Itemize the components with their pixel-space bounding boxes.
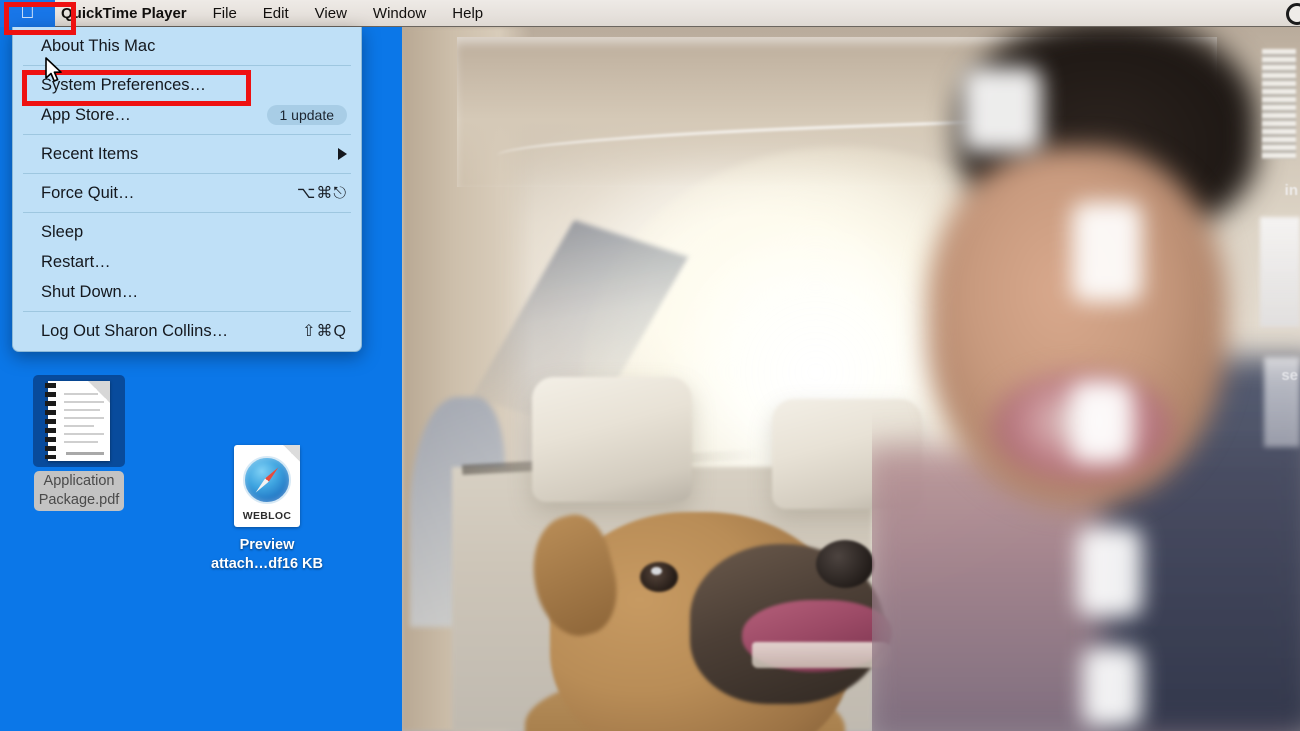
menu-item-label: Recent Items (41, 144, 139, 163)
glare-blob (1082, 647, 1142, 727)
glare-blob (1077, 527, 1142, 617)
background-panel (1264, 357, 1300, 447)
menu-item-label: Sleep (41, 222, 84, 241)
macos-menu-bar:  QuickTime Player File Edit View Window… (0, 0, 1300, 27)
menu-item-sleep[interactable]: Sleep (13, 217, 361, 247)
menu-separator (23, 65, 351, 66)
menu-item-restart[interactable]: Restart… (13, 247, 361, 277)
menu-bar-status-area (1286, 0, 1300, 27)
background-window-strip: in se (1248, 27, 1300, 731)
menu-separator (23, 173, 351, 174)
menu-item-shortcut: ⇧⌘Q (302, 323, 347, 340)
pdf-document-icon (33, 375, 125, 467)
chevron-right-icon (338, 148, 347, 160)
dog-teeth (752, 642, 892, 668)
status-circle-icon[interactable] (1286, 2, 1300, 25)
background-text-fragment: in (1284, 182, 1298, 199)
mouse-pointer (45, 57, 62, 82)
desktop-icon-application-package-pdf[interactable]: Application Package.pdf (14, 375, 144, 511)
webloc-safari-icon: WEBLOC (221, 440, 313, 532)
glare-blob (1072, 382, 1132, 462)
menu-item-about-this-mac[interactable]: About This Mac (13, 31, 361, 61)
apple-menu-button[interactable]:  (0, 0, 55, 27)
menu-item-view[interactable]: View (302, 0, 360, 27)
menu-item-log-out[interactable]: Log Out Sharon Collins… ⇧⌘Q (13, 316, 361, 346)
menu-separator (23, 212, 351, 213)
desktop-icon-label: Application Package.pdf (33, 471, 125, 511)
menu-app-name[interactable]: QuickTime Player (59, 0, 200, 27)
background-document-thumbnail (1262, 49, 1296, 159)
desktop-icon-label: Preview attach…df16 KB (202, 536, 332, 574)
menu-item-shortcut: ⌥⌘⎋ (296, 185, 347, 202)
menu-item-help[interactable]: Help (439, 0, 496, 27)
menu-item-system-preferences[interactable]: System Preferences… (13, 70, 361, 100)
menu-item-label: App Store… (41, 105, 131, 124)
menu-item-label: Shut Down… (41, 282, 139, 301)
blurred-person (872, 27, 1300, 731)
desktop-icon-preview-attachment-webloc[interactable]: WEBLOC Preview attach…df16 KB (202, 440, 332, 574)
menu-item-recent-items[interactable]: Recent Items (13, 139, 361, 169)
icon-label-line2: attach…df16 KB (211, 556, 323, 572)
menu-item-label: Restart… (41, 252, 111, 271)
dog-subject (520, 482, 900, 731)
quicktime-video-window[interactable]: in se (402, 27, 1300, 731)
menu-item-label: Force Quit… (41, 183, 135, 202)
dog-nose (816, 540, 874, 588)
menu-item-file[interactable]: File (200, 0, 250, 27)
glare-blob (962, 67, 1042, 152)
menu-separator (23, 311, 351, 312)
menu-item-edit[interactable]: Edit (250, 0, 302, 27)
apple-logo-icon:  (20, 3, 34, 22)
menu-item-force-quit[interactable]: Force Quit… ⌥⌘⎋ (13, 178, 361, 208)
webloc-badge-text: WEBLOC (242, 510, 292, 522)
icon-label-line1: Application (43, 473, 115, 489)
app-store-update-badge: 1 update (266, 105, 347, 125)
glare-blob (1072, 202, 1142, 302)
icon-label-line2: Package.pdf (38, 492, 120, 508)
background-panel (1260, 217, 1300, 327)
menu-item-app-store[interactable]: App Store… 1 update (13, 100, 361, 130)
menu-item-label: Log Out Sharon Collins… (41, 321, 229, 340)
menu-item-label: System Preferences… (41, 75, 207, 94)
menu-item-shut-down[interactable]: Shut Down… (13, 277, 361, 307)
menu-separator (23, 134, 351, 135)
menu-item-label: About This Mac (41, 36, 156, 55)
icon-label-line1: Preview (239, 537, 295, 553)
dog-eye-glint (651, 567, 662, 575)
menu-item-window[interactable]: Window (360, 0, 439, 27)
